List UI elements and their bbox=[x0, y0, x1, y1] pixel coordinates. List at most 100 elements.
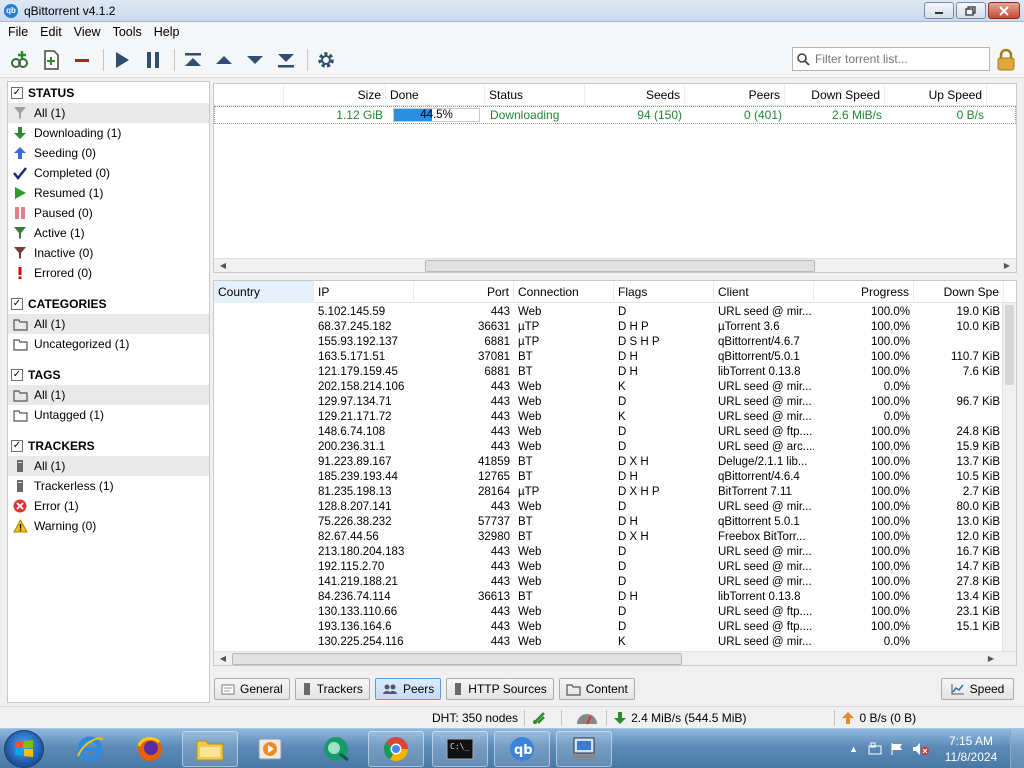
restore-button[interactable] bbox=[956, 2, 986, 19]
trackers-section-header[interactable]: ✓ TRACKERS bbox=[8, 436, 209, 456]
taskbar-chrome[interactable] bbox=[368, 731, 424, 767]
column-header-peers[interactable]: Peers bbox=[685, 84, 785, 106]
column-header-seeds[interactable]: Seeds bbox=[585, 84, 685, 106]
peer-row[interactable]: 130.133.110.66 443 Web D URL seed @ ftp.... 1… bbox=[214, 604, 1016, 619]
column-header-port[interactable]: Port bbox=[414, 281, 514, 303]
peer-row[interactable]: 130.225.254.116 443 Web K URL seed @ mir... 0… bbox=[214, 634, 1016, 649]
peer-row[interactable]: 81.235.198.13 28164 µTP D X H P BitTorrent 7… bbox=[214, 484, 1016, 499]
tab-http-sources[interactable]: HTTP Sources bbox=[446, 678, 554, 700]
column-header-status[interactable]: Status bbox=[485, 84, 585, 106]
remove-torrent-button[interactable] bbox=[68, 46, 96, 74]
peer-row[interactable]: 148.6.74.108 443 Web D URL seed @ ftp.... 100… bbox=[214, 424, 1016, 439]
trackers-section-checkbox[interactable]: ✓ bbox=[11, 440, 23, 452]
peer-row[interactable]: 5.102.145.59 443 Web D URL seed @ mir... 100.… bbox=[214, 304, 1016, 319]
tab-peers[interactable]: Peers bbox=[374, 678, 442, 700]
peer-row[interactable]: 155.93.192.137 6881 µTP D S H P qBittorrent/… bbox=[214, 334, 1016, 349]
torrent-list-hscroll-thumb[interactable] bbox=[425, 260, 815, 272]
taskbar-media-player[interactable] bbox=[242, 731, 298, 767]
peer-row[interactable]: 185.239.193.44 12765 BT D H qBittorrent/4.6.… bbox=[214, 469, 1016, 484]
scroll-right-icon[interactable]: ▶ bbox=[1000, 259, 1014, 272]
category-uncategorized[interactable]: Uncategorized (1) bbox=[8, 334, 209, 354]
peer-row[interactable]: 141.219.188.21 443 Web D URL seed @ mir... 10… bbox=[214, 574, 1016, 589]
show-hidden-icons-icon[interactable]: ▲ bbox=[849, 744, 858, 754]
status-filter-paused[interactable]: Paused (0) bbox=[8, 203, 209, 223]
filter-torrent-field[interactable] bbox=[792, 47, 990, 71]
tag-all[interactable]: All (1) bbox=[8, 385, 209, 405]
move-down-button[interactable] bbox=[241, 46, 269, 74]
column-header-done[interactable]: Done bbox=[386, 84, 485, 106]
menu-help[interactable]: Help bbox=[148, 25, 186, 39]
keyboard-icon[interactable] bbox=[868, 742, 882, 756]
column-header-size[interactable]: Size bbox=[284, 84, 386, 106]
move-bottom-button[interactable] bbox=[272, 46, 300, 74]
speed-limit-icon[interactable] bbox=[576, 711, 598, 725]
peer-row[interactable]: 200.236.31.1 443 Web D URL seed @ arc.... 100… bbox=[214, 439, 1016, 454]
menu-edit[interactable]: Edit bbox=[34, 25, 68, 39]
peer-row[interactable]: 163.5.171.51 37081 BT D H qBittorrent/5.0.1 1… bbox=[214, 349, 1016, 364]
connection-status-icon[interactable] bbox=[531, 710, 547, 726]
tags-section-checkbox[interactable]: ✓ bbox=[11, 369, 23, 381]
tracker-trackerless[interactable]: Trackerless (1) bbox=[8, 476, 209, 496]
tag-untagged[interactable]: Untagged (1) bbox=[8, 405, 209, 425]
peer-row[interactable]: 75.226.38.232 57737 BT D H qBittorrent 5.0.1… bbox=[214, 514, 1016, 529]
status-filter-downloading[interactable]: Downloading (1) bbox=[8, 123, 209, 143]
close-button[interactable] bbox=[988, 2, 1020, 19]
volume-muted-icon[interactable] bbox=[912, 742, 930, 756]
peer-row[interactable]: 129.21.171.72 443 Web K URL seed @ mir... 0.0… bbox=[214, 409, 1016, 424]
tab-trackers[interactable]: Trackers bbox=[294, 678, 370, 700]
scroll-left-icon[interactable]: ◀ bbox=[216, 259, 230, 272]
taskbar-clock[interactable]: 7:15 AM 11/8/2024 bbox=[938, 733, 1004, 765]
tracker-all[interactable]: All (1) bbox=[8, 456, 209, 476]
taskbar-green-app[interactable] bbox=[308, 731, 364, 767]
status-filter-errored[interactable]: Errored (0) bbox=[8, 263, 209, 283]
peer-row[interactable]: 213.180.204.183 443 Web D URL seed @ mir... 1… bbox=[214, 544, 1016, 559]
menu-file[interactable]: File bbox=[2, 25, 34, 39]
status-filter-resumed[interactable]: Resumed (1) bbox=[8, 183, 209, 203]
peer-row[interactable]: 84.236.74.114 36613 BT D H libTorrent 0.13.8… bbox=[214, 589, 1016, 604]
column-header-progress[interactable]: Progress bbox=[814, 281, 914, 303]
action-center-flag-icon[interactable] bbox=[890, 742, 904, 756]
start-button[interactable] bbox=[4, 730, 44, 768]
torrent-list-hscrollbar[interactable]: ◀ ▶ bbox=[214, 258, 1016, 272]
peer-row[interactable]: 128.8.207.141 443 Web D URL seed @ mir... 100… bbox=[214, 499, 1016, 514]
peer-row[interactable]: 193.136.164.6 443 Web D URL seed @ ftp.... 10… bbox=[214, 619, 1016, 634]
column-header-up-speed[interactable]: Up Speed bbox=[885, 84, 987, 106]
categories-section-header[interactable]: ✓ CATEGORIES bbox=[8, 294, 209, 314]
filter-torrent-input[interactable] bbox=[815, 52, 985, 66]
taskbar-qbittorrent[interactable]: qb bbox=[494, 731, 550, 767]
peer-row[interactable]: 202.158.214.106 443 Web K URL seed @ mir... 0… bbox=[214, 379, 1016, 394]
status-filter-all[interactable]: All (1) bbox=[8, 103, 209, 123]
tags-section-header[interactable]: ✓ TAGS bbox=[8, 365, 209, 385]
peer-row[interactable]: 192.115.2.70 443 Web D URL seed @ mir... 100.… bbox=[214, 559, 1016, 574]
upload-speed-text[interactable]: 0 B/s (0 B) bbox=[859, 711, 916, 725]
column-header-connection[interactable]: Connection bbox=[514, 281, 614, 303]
scroll-left-icon[interactable]: ◀ bbox=[216, 652, 230, 665]
status-section-checkbox[interactable]: ✓ bbox=[11, 87, 23, 99]
taskbar-remote-desktop[interactable] bbox=[556, 731, 612, 767]
taskbar-firefox[interactable] bbox=[122, 731, 178, 767]
show-desktop-button[interactable] bbox=[1010, 729, 1024, 768]
menu-tools[interactable]: Tools bbox=[107, 25, 148, 39]
column-header-ip[interactable]: IP bbox=[314, 281, 414, 303]
scroll-right-icon[interactable]: ▶ bbox=[984, 652, 998, 665]
status-filter-inactive[interactable]: Inactive (0) bbox=[8, 243, 209, 263]
torrent-row[interactable]: 1.12 GiB 44.5% Downloading 94 (150) 0 (4… bbox=[214, 106, 1016, 124]
speed-button[interactable]: Speed bbox=[941, 678, 1014, 700]
tab-content[interactable]: Content bbox=[558, 678, 635, 700]
peers-hscrollbar[interactable]: ◀ ▶ bbox=[214, 651, 1016, 665]
peer-row[interactable]: 121.179.159.45 6881 BT D H libTorrent 0.13.8… bbox=[214, 364, 1016, 379]
taskbar-command-prompt[interactable]: C:\_ bbox=[432, 731, 488, 767]
minimize-button[interactable] bbox=[924, 2, 954, 19]
peers-hscroll-thumb[interactable] bbox=[232, 653, 682, 665]
tracker-error[interactable]: Error (1) bbox=[8, 496, 209, 516]
taskbar-file-explorer[interactable] bbox=[182, 731, 238, 767]
taskbar-internet-explorer[interactable] bbox=[62, 731, 118, 767]
status-filter-completed[interactable]: Completed (0) bbox=[8, 163, 209, 183]
categories-section-checkbox[interactable]: ✓ bbox=[11, 298, 23, 310]
peers-vscroll-thumb[interactable] bbox=[1005, 305, 1014, 385]
move-top-button[interactable] bbox=[179, 46, 207, 74]
column-header-flags[interactable]: Flags bbox=[614, 281, 714, 303]
column-header-country[interactable]: Country bbox=[214, 281, 314, 303]
options-button[interactable] bbox=[312, 46, 340, 74]
category-all[interactable]: All (1) bbox=[8, 314, 209, 334]
